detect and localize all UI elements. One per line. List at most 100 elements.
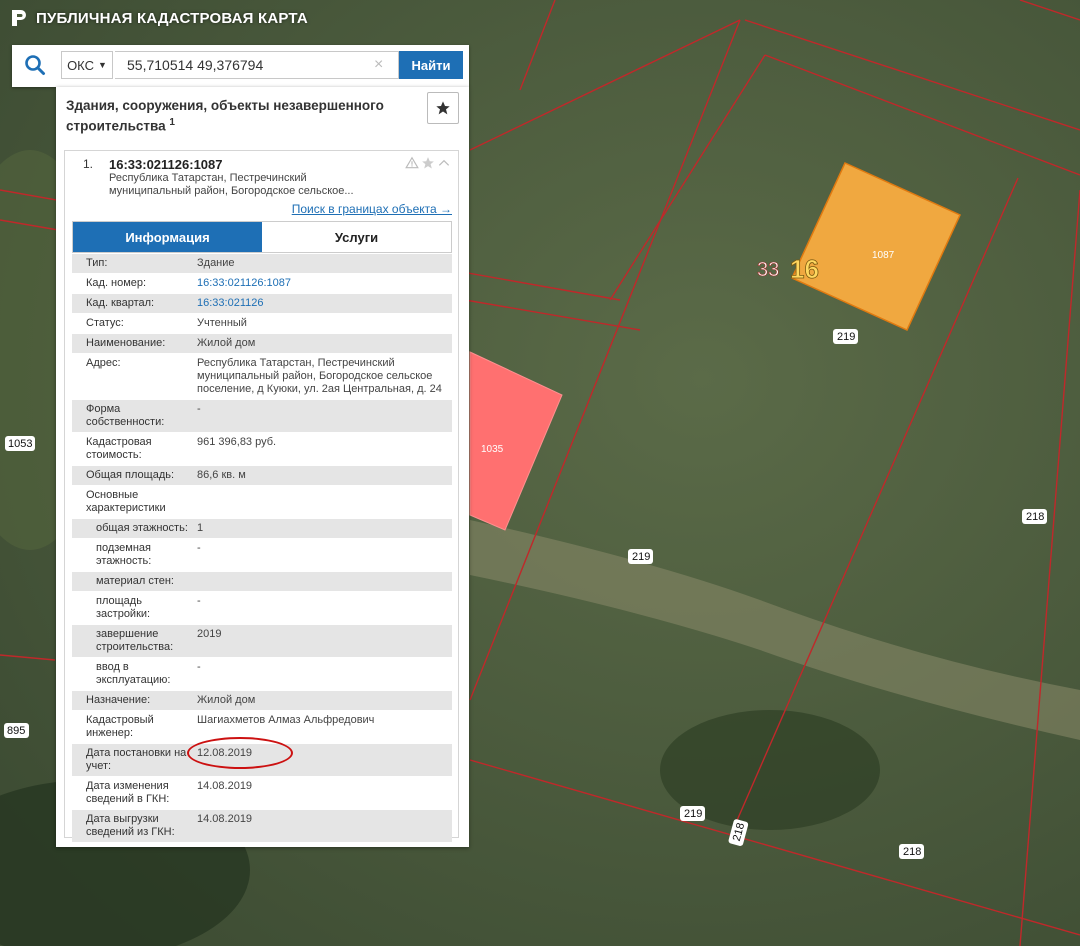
search-in-bounds-link[interactable]: Поиск в границах объекта → xyxy=(292,202,452,216)
building-1035-label: 1035 xyxy=(481,444,504,455)
highlight-ellipse xyxy=(187,737,293,769)
row-label: подземная этажность: xyxy=(96,542,152,567)
row-value: - xyxy=(197,403,201,415)
parcel-label: 1053 xyxy=(5,436,35,451)
search-icon[interactable] xyxy=(24,54,46,76)
favorite-button[interactable] xyxy=(427,92,459,124)
row-value: - xyxy=(197,595,201,607)
row-label: ввод в эксплуатацию: xyxy=(96,661,171,686)
search-input[interactable] xyxy=(115,51,399,79)
building-1087-label: 1087 xyxy=(872,250,895,261)
row-value: 961 396,83 руб. xyxy=(197,436,277,448)
result-cadastral-number[interactable]: 16:33:021126:1087 xyxy=(109,157,223,172)
parcel-label: 895 xyxy=(4,723,29,738)
info-row: подземная этажность: - xyxy=(72,539,452,572)
row-value xyxy=(197,572,452,591)
cadastral-number-link[interactable]: 16:33:021126:1087 xyxy=(197,274,452,293)
row-value xyxy=(197,486,452,518)
svg-text:895: 895 xyxy=(7,725,25,737)
row-value: Здание xyxy=(197,257,235,269)
row-label: Назначение: xyxy=(86,694,151,706)
chevron-down-icon: ▼ xyxy=(98,60,107,70)
chevron-up-icon[interactable] xyxy=(437,156,451,170)
svg-text:219: 219 xyxy=(632,551,650,563)
star-icon xyxy=(436,101,450,115)
svg-text:218: 218 xyxy=(1026,511,1044,523)
row-value: 1 xyxy=(197,522,204,534)
info-tabs: Информация Услуги xyxy=(72,221,452,253)
info-row: общая этажность: 1 xyxy=(72,519,452,539)
row-label: площадь застройки: xyxy=(96,595,151,620)
tab-services[interactable]: Услуги xyxy=(262,222,451,252)
row-label: Кадастровая стоимость: xyxy=(86,436,152,461)
info-row: Кад. квартал: 16:33:021126 xyxy=(72,294,452,314)
app-header: ПУБЛИЧНАЯ КАДАСТРОВАЯ КАРТА xyxy=(10,8,308,28)
row-value: Жилой дом xyxy=(197,337,256,349)
parcel-label: 219 xyxy=(680,806,705,821)
result-actions xyxy=(405,156,451,170)
row-label: материал стен: xyxy=(96,575,174,587)
row-label: Кад. номер: xyxy=(86,277,147,289)
row-label: Дата выгрузки сведений из ГКН: xyxy=(86,813,175,838)
results-title: Здания, сооружения, объекты незавершенно… xyxy=(66,97,416,135)
row-label: Общая площадь: xyxy=(86,469,175,481)
info-row: Кадастровая стоимость: 961 396,83 руб. xyxy=(72,433,452,466)
info-row: Тип: Здание xyxy=(72,254,452,274)
row-label: Статус: xyxy=(86,317,124,329)
warning-icon[interactable] xyxy=(405,156,419,170)
row-label: общая этажность: xyxy=(96,522,188,534)
info-row: Наименование: Жилой дом xyxy=(72,334,452,354)
district-label: 16 xyxy=(790,254,819,284)
tab-information[interactable]: Информация xyxy=(73,222,262,252)
info-row: Форма собственности: - xyxy=(72,400,452,433)
row-value: - xyxy=(197,661,201,673)
info-row: Назначение: Жилой дом xyxy=(72,691,452,711)
row-label: Дата изменения сведений в ГКН: xyxy=(86,780,170,805)
info-row: завершение строительства: 2019 xyxy=(72,625,452,658)
block-label: 33 xyxy=(757,259,779,281)
row-value: 14.08.2019 xyxy=(197,780,253,792)
result-address: Республика Татарстан, Пестречинский муни… xyxy=(109,172,354,197)
row-value: - xyxy=(197,542,201,554)
info-row: Общая площадь: 86,6 кв. м xyxy=(72,466,452,486)
info-row: площадь застройки: - xyxy=(72,592,452,625)
row-label: Кад. квартал: xyxy=(86,297,155,309)
info-row: Основные характеристики xyxy=(72,486,452,519)
info-row: Адрес: Республика Татарстан, Пестречински… xyxy=(72,354,452,400)
row-label: Форма собственности: xyxy=(86,403,165,428)
app-title: ПУБЛИЧНАЯ КАДАСТРОВАЯ КАРТА xyxy=(36,9,308,27)
row-value: 86,6 кв. м xyxy=(197,469,246,481)
row-label: Наименование: xyxy=(86,337,166,349)
info-row: материал стен: xyxy=(72,572,452,592)
object-type-value: ОКС xyxy=(67,57,94,73)
result-number: 1. xyxy=(83,157,94,171)
row-label: Адрес: xyxy=(86,357,121,369)
parcel-label: 219 xyxy=(833,329,858,344)
info-row: Дата выгрузки сведений из ГКН: 14.08.2019 xyxy=(72,810,452,843)
row-label: завершение строительства: xyxy=(96,628,174,653)
row-value: 14.08.2019 xyxy=(197,813,253,825)
parcel-label: 219 xyxy=(628,549,653,564)
row-label: Тип: xyxy=(86,257,108,269)
info-row: Дата изменения сведений в ГКН: 14.08.2019 xyxy=(72,777,452,810)
parcel-label: 218 xyxy=(899,844,924,859)
find-button[interactable]: Найти xyxy=(399,51,463,79)
result-card: 1. 16:33:021126:1087 Республика Татарста… xyxy=(64,150,459,843)
clear-icon[interactable]: × xyxy=(374,56,383,74)
results-panel: Здания, сооружения, объекты незавершенно… xyxy=(56,87,469,847)
cadastral-quarter-link[interactable]: 16:33:021126 xyxy=(197,294,452,313)
svg-text:218: 218 xyxy=(903,846,921,858)
parcel-label: 218 xyxy=(1022,509,1047,524)
row-label: Кадастровый инженер: xyxy=(86,714,154,739)
results-title-text: Здания, сооружения, объекты незавершенно… xyxy=(66,98,384,134)
object-type-select[interactable]: ОКС ▼ xyxy=(61,51,113,79)
row-value: Жилой дом xyxy=(197,694,256,706)
row-value: Учтенный xyxy=(197,317,247,329)
row-value: 2019 xyxy=(197,628,222,640)
svg-text:219: 219 xyxy=(837,331,855,343)
info-row: Статус: Учтенный xyxy=(72,314,452,334)
info-row: ввод в эксплуатацию: - xyxy=(72,658,452,691)
results-count: 1 xyxy=(169,117,175,128)
svg-text:1053: 1053 xyxy=(8,438,32,450)
star-icon[interactable] xyxy=(421,156,435,170)
